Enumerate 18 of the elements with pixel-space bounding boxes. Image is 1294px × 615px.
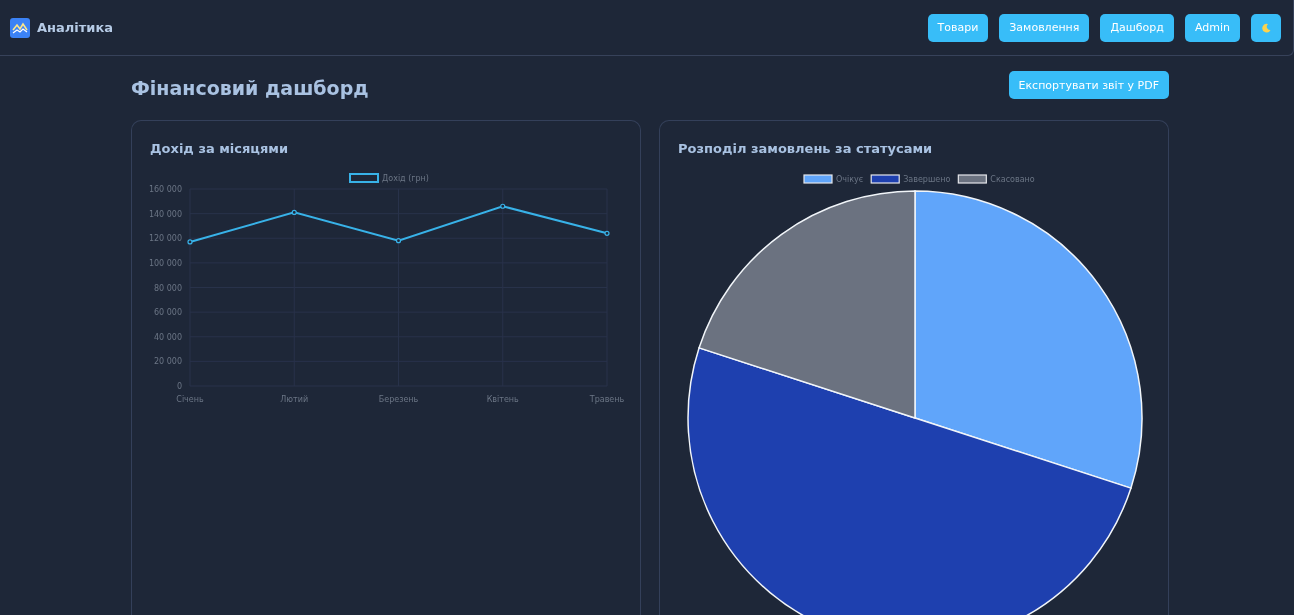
axis-label: 120 000 [148, 234, 182, 244]
axis-label: Січень [176, 395, 204, 404]
axis-label: 0 [176, 382, 182, 391]
axis-label: 40 000 [154, 332, 182, 342]
axis-label: 160 000 [148, 185, 182, 194]
axis-label: Квітень [486, 395, 519, 404]
axis-label: 20 000 [154, 357, 182, 367]
axis-label: 140 000 [148, 209, 182, 219]
axis-label: Травень [589, 395, 625, 404]
axis-label: 60 000 [154, 308, 182, 318]
brand-name: Аналітика [37, 20, 114, 35]
page-title: Фінансовий дашборд [131, 77, 369, 99]
card-title: Дохід за місяцями [150, 141, 290, 158]
axis-label: 80 000 [154, 283, 182, 293]
axis-label: 100 000 [148, 258, 182, 268]
axis-label: Лютий [280, 395, 309, 404]
card-title: Розподіл замовлень за статусами [678, 141, 934, 158]
axis-label: Березень [378, 395, 419, 404]
